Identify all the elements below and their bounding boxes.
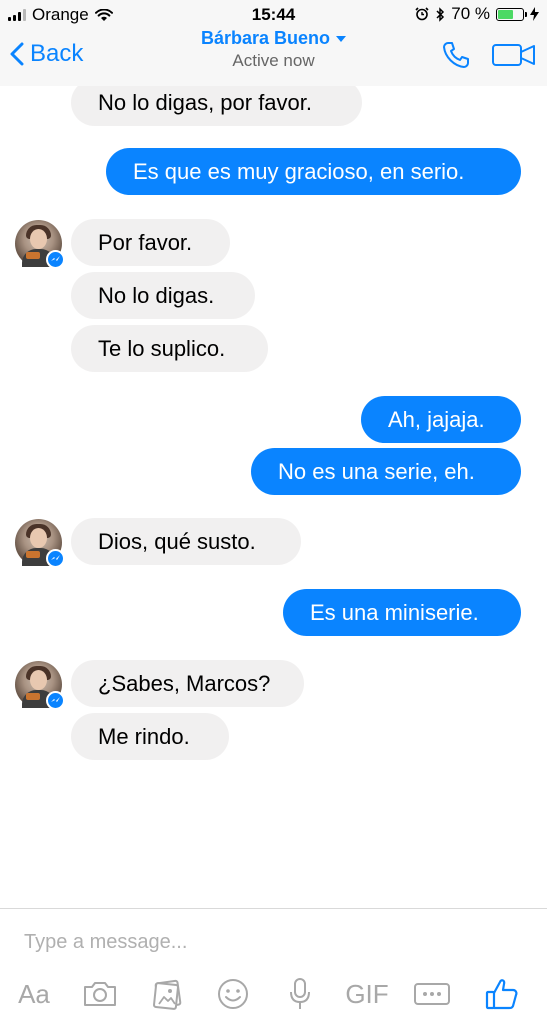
message-incoming[interactable]: Por favor. xyxy=(71,219,230,266)
battery-icon xyxy=(496,7,527,21)
message-incoming[interactable]: No lo digas, por favor. xyxy=(71,86,362,126)
bluetooth-icon xyxy=(436,6,445,22)
phone-call-icon[interactable] xyxy=(441,40,471,70)
messenger-icon xyxy=(46,549,65,568)
messenger-icon xyxy=(46,250,65,269)
message-input[interactable] xyxy=(22,923,526,961)
message-outgoing[interactable]: No es una serie, eh. xyxy=(251,448,521,495)
conversation-header: Back Bárbara Bueno Active now xyxy=(0,28,547,86)
emoji-icon[interactable] xyxy=(213,972,253,1016)
alarm-icon xyxy=(415,7,429,21)
composer-toolbar: Aa GIF xyxy=(0,972,547,1016)
contact-name: Bárbara Bueno xyxy=(200,28,331,48)
camera-icon[interactable] xyxy=(80,972,120,1016)
call-actions xyxy=(441,40,537,70)
microphone-icon[interactable] xyxy=(280,972,320,1016)
messenger-icon xyxy=(46,691,65,710)
back-button[interactable]: Back xyxy=(10,40,83,68)
message-outgoing[interactable]: Es que es muy gracioso, en serio. xyxy=(106,148,521,195)
message-incoming[interactable]: No lo digas. xyxy=(71,272,255,319)
contact-name-button[interactable]: Bárbara Bueno xyxy=(200,28,347,49)
message-list[interactable]: No lo digas, por favor. Es que es muy gr… xyxy=(0,86,547,908)
gif-icon[interactable]: GIF xyxy=(340,972,394,1016)
message-outgoing[interactable]: Es una miniserie. xyxy=(283,589,521,636)
status-bar: Orange 15:44 70 % xyxy=(0,0,547,30)
contact-avatar[interactable] xyxy=(15,519,65,568)
message-outgoing[interactable]: Ah, jajaja. xyxy=(361,396,521,443)
message-incoming[interactable]: Te lo suplico. xyxy=(71,325,268,372)
message-incoming[interactable]: Me rindo. xyxy=(71,713,229,760)
caret-down-icon xyxy=(336,35,347,42)
charging-icon xyxy=(530,7,539,21)
contact-avatar[interactable] xyxy=(15,220,65,269)
aa-text-icon[interactable]: Aa xyxy=(14,972,54,1016)
video-call-icon[interactable] xyxy=(491,41,537,69)
message-incoming[interactable]: ¿Sabes, Marcos? xyxy=(71,660,304,707)
status-right: 70 % xyxy=(415,4,539,24)
gif-label: GIF xyxy=(345,978,389,1009)
chevron-left-icon xyxy=(10,42,24,66)
contact-avatar[interactable] xyxy=(15,661,65,710)
text-tool-label: Aa xyxy=(18,978,50,1009)
gallery-icon[interactable] xyxy=(147,972,187,1016)
composer-divider xyxy=(0,908,547,909)
battery-level xyxy=(498,9,514,19)
thumbs-up-icon[interactable] xyxy=(480,972,524,1016)
battery-percent: 70 % xyxy=(451,4,490,23)
back-label: Back xyxy=(30,40,84,67)
message-incoming[interactable]: Dios, qué susto. xyxy=(71,518,301,565)
more-icon[interactable] xyxy=(412,972,452,1016)
message-composer: Aa xyxy=(0,908,547,1024)
